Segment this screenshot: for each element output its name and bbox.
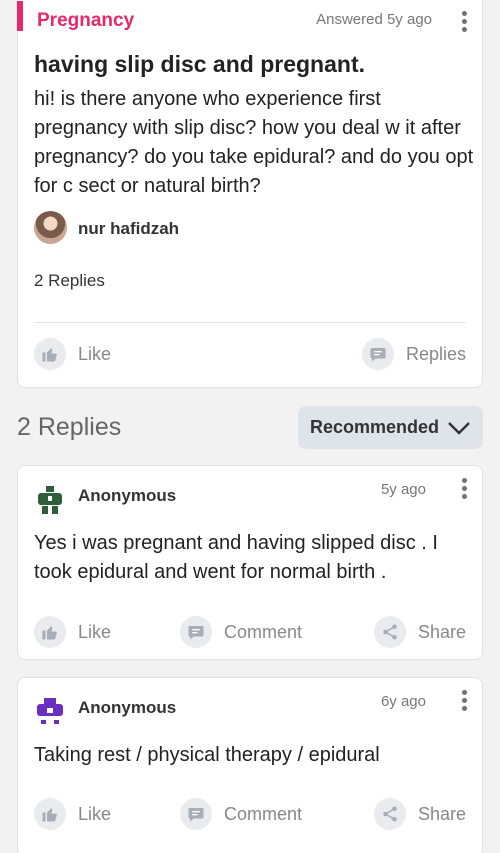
thumbs-up-icon [34, 338, 66, 370]
kebab-menu-icon[interactable] [460, 690, 468, 714]
comment-button[interactable]: Comment [180, 616, 302, 648]
like-button[interactable]: Like [34, 798, 111, 830]
reply-body: Yes i was pregnant and having slipped di… [34, 532, 438, 583]
sort-label: Recommended [309, 417, 440, 437]
reply-time: 6y ago [380, 693, 426, 710]
like-button[interactable]: Like [34, 616, 111, 648]
like-label: Like [78, 621, 112, 642]
reply-count: 2 Replies [34, 271, 105, 290]
chevron-down-icon [448, 421, 470, 435]
sort-dropdown[interactable]: Recommended [298, 406, 483, 449]
avatar[interactable] [34, 211, 67, 244]
thumbs-up-icon [34, 798, 66, 830]
reply-author: Anonymous [78, 698, 177, 717]
question-body: hi! is there anyone who experience first… [34, 88, 474, 197]
anonymous-avatar-icon [38, 486, 62, 514]
reply-card: Anonymous 5y ago Yes i was pregnant and … [17, 465, 483, 660]
thumbs-up-icon [34, 616, 66, 648]
kebab-menu-icon[interactable] [460, 11, 468, 35]
share-button[interactable]: Share [374, 798, 466, 830]
replies-label: Replies [406, 343, 467, 364]
author-name[interactable]: nur hafidzah [78, 219, 179, 239]
category-label[interactable]: Pregnancy [37, 10, 134, 32]
replies-section-title: 2 Replies [17, 413, 122, 441]
comment-label: Comment [224, 803, 303, 824]
share-button[interactable]: Share [374, 616, 466, 648]
divider [34, 322, 466, 323]
question-title: having slip disc and pregnant. [34, 51, 365, 77]
comment-label: Comment [224, 621, 303, 642]
chat-bubble-icon [180, 798, 212, 830]
chat-bubble-icon [180, 616, 212, 648]
share-label: Share [418, 621, 467, 642]
reply-time: 5y ago [380, 481, 426, 498]
like-label: Like [78, 803, 112, 824]
answered-time: Answered 5y ago [316, 11, 432, 28]
replies-button[interactable]: Replies [362, 338, 466, 370]
reply-body: Taking rest / physical therapy / epidura… [34, 744, 380, 766]
like-button[interactable]: Like [34, 338, 111, 370]
category-accent-bar [17, 1, 23, 31]
share-icon [374, 616, 406, 648]
question-card: Pregnancy Answered 5y ago having slip di… [17, 0, 483, 388]
reply-author: Anonymous [78, 486, 177, 505]
chat-bubble-icon [362, 338, 394, 370]
share-label: Share [418, 803, 467, 824]
anonymous-avatar-icon [37, 698, 63, 724]
like-label: Like [78, 343, 112, 364]
kebab-menu-icon[interactable] [460, 478, 468, 502]
comment-button[interactable]: Comment [180, 798, 302, 830]
reply-card: Anonymous 6y ago Taking rest / physical … [17, 677, 483, 853]
share-icon [374, 798, 406, 830]
